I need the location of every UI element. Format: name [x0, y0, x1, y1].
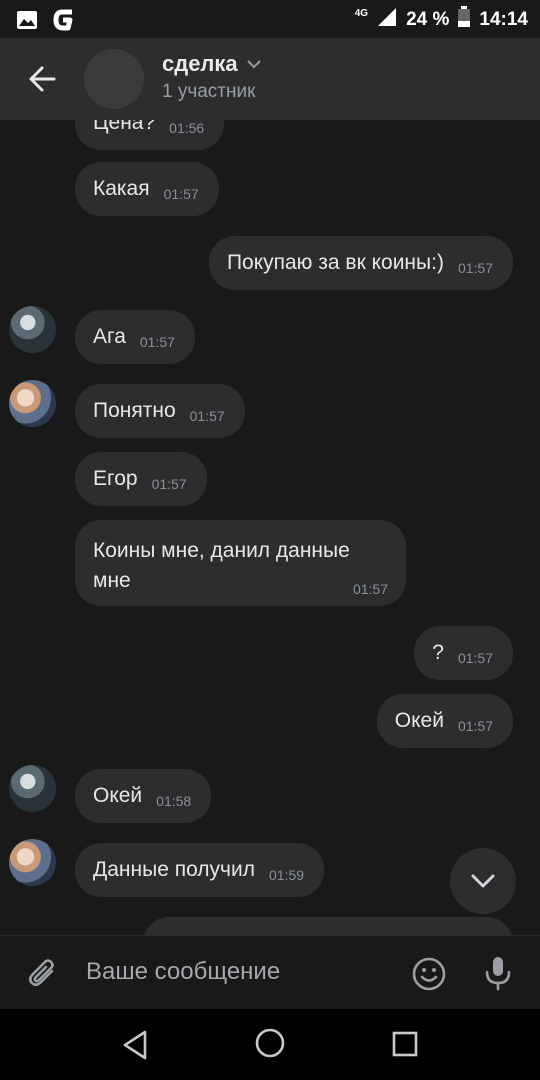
attach-button[interactable]	[26, 956, 60, 995]
message-time: 01:59	[268, 867, 305, 883]
chat-title-button[interactable]: сделка	[162, 51, 262, 77]
nav-recents-button[interactable]	[391, 1030, 419, 1063]
message-bubble[interactable]: Данные получил 01:59	[75, 843, 325, 897]
arrow-left-icon	[29, 66, 56, 92]
system-nav-bar	[0, 1009, 540, 1080]
sender-avatar[interactable]	[9, 380, 56, 427]
message-bubble[interactable]: Коины мне, данил данные мне 01:57	[75, 520, 406, 606]
message-text: Понятно	[93, 399, 176, 422]
chat-avatar[interactable]	[84, 49, 144, 109]
message-text: Данные получил	[93, 858, 255, 881]
message-text: Окей	[394, 709, 444, 732]
mic-button[interactable]	[482, 954, 514, 997]
square-recents-icon	[392, 1031, 418, 1057]
message-input-placeholder: Ваше сообщение	[86, 958, 281, 985]
scroll-down-button[interactable]	[450, 848, 516, 914]
message-bubble[interactable]: Какая 01:57	[75, 162, 219, 216]
message-time: 01:57	[352, 581, 388, 597]
message-time: 01:58	[156, 793, 192, 809]
gallery-icon	[16, 10, 38, 35]
members-count: 1 участник	[162, 81, 256, 102]
sender-avatar[interactable]	[9, 306, 56, 353]
message-feed[interactable]: Цена? 01:56 Какая 01:57 Покупаю за вк коин…	[0, 120, 540, 935]
message-bubble-outgoing[interactable]: Покупаю за вк коины:) 01:57	[208, 236, 513, 290]
message-text: Окей	[93, 784, 143, 807]
message-time: 01:57	[151, 476, 187, 492]
message-bubble-outgoing[interactable]	[143, 917, 513, 935]
app-g-icon	[52, 8, 78, 37]
message-text: Цена?	[93, 120, 156, 134]
message-bubble[interactable]: Егор 01:57	[75, 452, 207, 506]
message-text: Егор	[93, 467, 138, 490]
message-time: 01:57	[139, 334, 175, 350]
message-time: 01:56	[169, 120, 205, 136]
message-text: Ага	[93, 325, 126, 348]
message-bubble-outgoing[interactable]: Окей 01:57	[376, 694, 513, 748]
chat-title: сделка	[162, 51, 238, 76]
message-bubble-outgoing[interactable]: ? 01:57	[414, 626, 513, 680]
message-time: 01:57	[457, 650, 493, 666]
message-time: 01:57	[457, 718, 493, 734]
sender-avatar[interactable]	[9, 839, 56, 886]
smiley-icon	[412, 957, 446, 991]
chevron-down-icon	[471, 874, 495, 888]
message-bubble[interactable]: Цена? 01:56	[75, 120, 225, 150]
message-text: Коины мне, данил данные мне	[93, 539, 350, 592]
sender-avatar[interactable]	[9, 765, 56, 812]
message-bubble[interactable]: Понятно 01:57	[75, 384, 245, 438]
message-input[interactable]: Ваше сообщение	[86, 958, 280, 986]
back-button[interactable]	[24, 60, 62, 98]
chevron-down-icon	[246, 60, 261, 69]
signal-icon	[376, 6, 398, 34]
microphone-icon	[485, 957, 511, 991]
paperclip-icon	[28, 959, 54, 987]
message-text: Покупаю за вк коины:)	[226, 251, 444, 274]
battery-icon	[457, 6, 471, 34]
message-text: Какая	[93, 177, 150, 200]
message-composer: Ваше сообщение	[0, 935, 540, 1010]
nav-back-button[interactable]	[121, 1029, 149, 1066]
message-time: 01:57	[189, 408, 225, 424]
clock: 14:14	[479, 9, 528, 30]
circle-home-icon	[255, 1028, 285, 1058]
nav-home-button[interactable]	[254, 1027, 286, 1064]
triangle-back-icon	[123, 1030, 147, 1060]
message-time: 01:57	[457, 260, 493, 276]
chat-header: сделка 1 участник	[0, 38, 540, 120]
message-bubble[interactable]: Окей 01:58	[75, 769, 212, 823]
battery-label: 24 %	[406, 9, 450, 30]
network-label: 4G	[354, 8, 369, 19]
status-bar: 4G 24 % 14:14	[0, 0, 540, 38]
message-bubble[interactable]: Ага 01:57	[75, 310, 195, 364]
emoji-button[interactable]	[411, 956, 447, 997]
message-text: ?	[432, 641, 444, 664]
message-time: 01:57	[163, 186, 199, 202]
